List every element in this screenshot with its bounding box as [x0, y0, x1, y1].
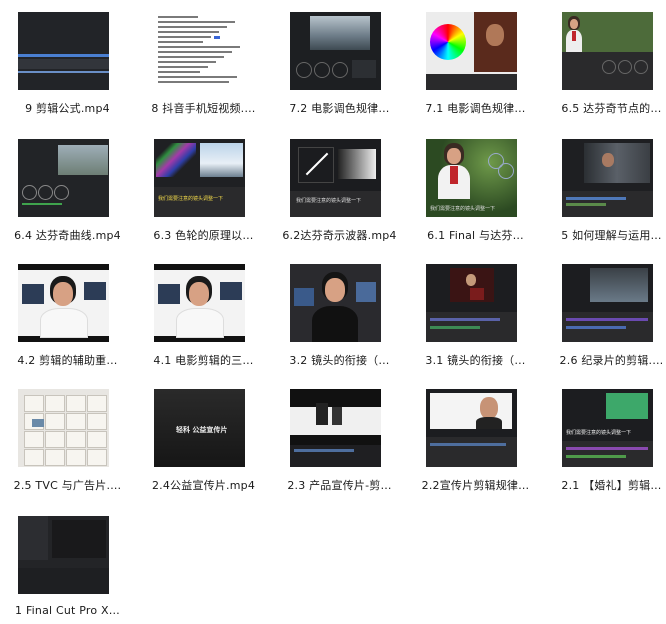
file-name[interactable]: 7.1 电影调色规律…: [408, 100, 543, 116]
file-name[interactable]: 3.1 镜头的衔接（…: [408, 352, 543, 368]
file-item[interactable]: 3.1 镜头的衔接（…: [408, 252, 543, 372]
video-thumbnail[interactable]: 我们需要注意的镜头调整一下: [426, 139, 517, 217]
file-name[interactable]: 5 如何理解与运用…: [544, 227, 666, 243]
video-thumbnail[interactable]: [18, 12, 109, 90]
file-name[interactable]: 6.5 达芬奇节点的…: [544, 100, 666, 116]
video-thumbnail[interactable]: [290, 264, 381, 342]
file-item[interactable]: 2.3 产品宣传片-剪…: [272, 377, 407, 497]
file-item[interactable]: 我们需要注意的镜头调整一下 6.2达芬奇示波器.mp4: [272, 127, 407, 247]
file-name[interactable]: 6.1 Final 与达芬…: [408, 227, 543, 243]
file-name[interactable]: 9 剪辑公式.mp4: [0, 100, 135, 116]
file-name[interactable]: 6.4 达芬奇曲线.mp4: [0, 227, 135, 243]
file-item[interactable]: 4.1 电影剪辑的三…: [136, 252, 271, 372]
video-thumbnail[interactable]: 我们需要注意的镜头调整一下: [154, 139, 245, 217]
video-thumbnail[interactable]: 我们需要注意的镜头调整一下: [290, 139, 381, 217]
video-thumbnail[interactable]: [18, 264, 109, 342]
file-name[interactable]: 1 Final Cut Pro X…: [0, 604, 135, 617]
video-thumbnail[interactable]: [562, 12, 653, 90]
video-thumbnail[interactable]: [562, 264, 653, 342]
file-item[interactable]: 4.2 剪辑的辅助重…: [0, 252, 135, 372]
file-item[interactable]: 3.2 镜头的衔接（…: [272, 252, 407, 372]
video-thumbnail[interactable]: [290, 389, 381, 467]
file-item[interactable]: 1 Final Cut Pro X…: [0, 504, 135, 624]
file-item[interactable]: 5 如何理解与运用…: [544, 127, 666, 247]
file-name[interactable]: 4.1 电影剪辑的三…: [136, 352, 271, 368]
file-item[interactable]: 我们需要注意的镜头调整一下 6.3 色轮的原理以…: [136, 127, 271, 247]
video-thumbnail[interactable]: [154, 264, 245, 342]
file-name[interactable]: 6.3 色轮的原理以…: [136, 227, 271, 243]
file-item[interactable]: 9 剪辑公式.mp4: [0, 0, 135, 120]
file-name[interactable]: 2.2宣传片剪辑规律…: [408, 477, 543, 493]
video-thumbnail[interactable]: [562, 139, 653, 217]
file-name[interactable]: 2.5 TVC 与广告片.…: [0, 477, 135, 493]
file-item[interactable]: 2.5 TVC 与广告片.…: [0, 377, 135, 497]
file-item[interactable]: 我们需要注意的镜头调整一下 6.1 Final 与达芬…: [408, 127, 543, 247]
file-item[interactable]: 8 抖音手机短视频.…: [136, 0, 271, 120]
video-thumbnail[interactable]: [290, 12, 381, 90]
video-thumbnail[interactable]: 轻科 公益宣传片: [154, 389, 245, 467]
file-item[interactable]: 我们需要注意的镜头调整一下 2.1 【婚礼】剪辑…: [544, 377, 666, 497]
video-thumbnail[interactable]: [18, 139, 109, 217]
file-name[interactable]: 2.6 纪录片的剪辑.…: [544, 352, 666, 368]
video-thumbnail[interactable]: [426, 12, 517, 90]
video-thumbnail[interactable]: [426, 264, 517, 342]
file-item[interactable]: 7.1 电影调色规律…: [408, 0, 543, 120]
file-item[interactable]: 2.6 纪录片的剪辑.…: [544, 252, 666, 372]
video-thumbnail[interactable]: [18, 516, 109, 594]
file-item[interactable]: 6.4 达芬奇曲线.mp4: [0, 127, 135, 247]
file-name[interactable]: 7.2 电影调色规律…: [272, 100, 407, 116]
file-name[interactable]: 2.3 产品宣传片-剪…: [272, 477, 407, 493]
file-item[interactable]: 轻科 公益宣传片 2.4公益宣传片.mp4: [136, 377, 271, 497]
file-name[interactable]: 2.4公益宣传片.mp4: [136, 477, 271, 493]
file-item[interactable]: 7.2 电影调色规律…: [272, 0, 407, 120]
video-thumbnail[interactable]: [154, 12, 245, 90]
video-thumbnail[interactable]: 我们需要注意的镜头调整一下: [562, 389, 653, 467]
file-name[interactable]: 2.1 【婚礼】剪辑…: [544, 477, 666, 493]
file-name[interactable]: 6.2达芬奇示波器.mp4: [272, 227, 407, 243]
file-name[interactable]: 3.2 镜头的衔接（…: [272, 352, 407, 368]
file-item[interactable]: 6.5 达芬奇节点的…: [544, 0, 666, 120]
video-thumbnail[interactable]: [18, 389, 109, 467]
file-item[interactable]: 2.2宣传片剪辑规律…: [408, 377, 543, 497]
file-name[interactable]: 8 抖音手机短视频.…: [136, 100, 271, 116]
video-thumbnail[interactable]: [426, 389, 517, 467]
file-name[interactable]: 4.2 剪辑的辅助重…: [0, 352, 135, 368]
file-grid: 9 剪辑公式.mp4 8 抖音手机短视频.… 7.2 电影调色规律… 7.1 电影调色…: [0, 0, 666, 623]
